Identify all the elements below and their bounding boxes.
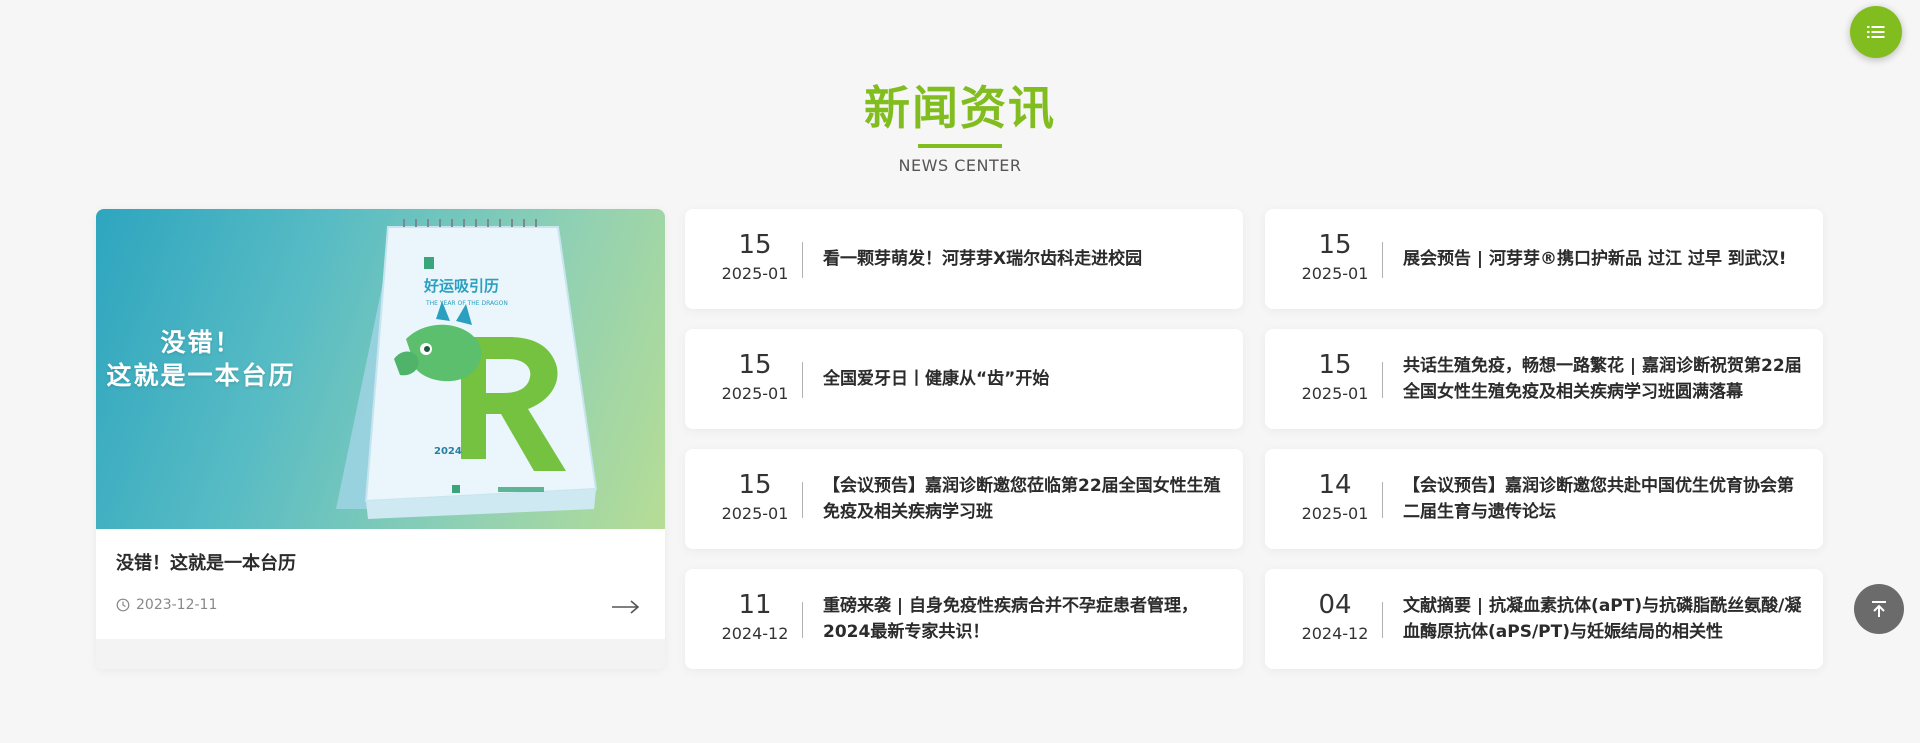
title-underline xyxy=(918,144,1002,148)
divider xyxy=(1382,602,1383,638)
news-item[interactable]: 15 2025-01 共话生殖免疫，畅想一路繁花 | 嘉润诊断祝贺第22届全国女… xyxy=(1265,329,1823,429)
desk-calendar-illustration: 好运吸引历 THE YEAR OF THE DRAGON 2024 xyxy=(336,219,598,519)
news-title[interactable]: 【会议预告】嘉润诊断邀您共赴中国优生优育协会第二届生育与遗传论坛 xyxy=(1403,473,1808,525)
news-date: 15 2025-01 xyxy=(1285,349,1385,409)
news-month: 2025-01 xyxy=(721,504,789,523)
news-month: 2024-12 xyxy=(1301,624,1369,643)
news-day: 04 xyxy=(1318,590,1352,620)
section-subtitle: NEWS CENTER xyxy=(898,156,1022,175)
featured-card-footer xyxy=(96,639,665,669)
news-date: 15 2025-01 xyxy=(705,469,805,529)
featured-image-caption: 没错！ 这就是一本台历 xyxy=(96,326,306,392)
clock-icon xyxy=(116,598,130,612)
news-date: 15 2025-01 xyxy=(705,349,805,409)
news-title-link[interactable]: 【会议预告】嘉润诊断邀您莅临第22届全国女性生殖免疫及相关疾病学习班 xyxy=(823,449,1228,549)
list-icon xyxy=(1867,26,1885,38)
news-date: 11 2024-12 xyxy=(705,589,805,649)
divider xyxy=(1382,242,1383,278)
news-title-link[interactable]: 文献摘要 | 抗凝血素抗体(aPT)与抗磷脂酰丝氨酸/凝血酶原抗体(aPS/PT… xyxy=(1403,569,1808,669)
arrow-right-icon[interactable] xyxy=(611,597,641,617)
divider xyxy=(802,242,803,278)
news-month: 2025-01 xyxy=(1301,264,1369,283)
news-month: 2025-01 xyxy=(721,384,789,403)
caption-line-1: 没错！ xyxy=(160,328,242,357)
section-title: 新闻资讯 xyxy=(864,81,1056,135)
news-title[interactable]: 看一颗芽萌发！河芽芽X瑞尔齿科走进校园 xyxy=(823,246,1142,272)
divider xyxy=(802,602,803,638)
news-title-link[interactable]: 看一颗芽萌发！河芽芽X瑞尔齿科走进校园 xyxy=(823,209,1228,309)
news-item[interactable]: 14 2025-01 【会议预告】嘉润诊断邀您共赴中国优生优育协会第二届生育与遗… xyxy=(1265,449,1823,549)
menu-button[interactable] xyxy=(1850,6,1902,58)
divider xyxy=(802,362,803,398)
news-title[interactable]: 共话生殖免疫，畅想一路繁花 | 嘉润诊断祝贺第22届全国女性生殖免疫及相关疾病学… xyxy=(1403,353,1808,405)
divider xyxy=(1382,482,1383,518)
news-day: 15 xyxy=(1318,350,1352,380)
news-title-link[interactable]: 展会预告 | 河芽芽®携口护新品 过江 过早 到武汉! xyxy=(1403,209,1808,309)
featured-image[interactable]: 没错！ 这就是一本台历 好运吸引历 THE YEAR OF THE DRAGON… xyxy=(96,209,665,529)
news-day: 15 xyxy=(738,470,772,500)
news-day: 14 xyxy=(1318,470,1352,500)
news-date: 15 2025-01 xyxy=(705,229,805,289)
calendar-year: 2024 xyxy=(434,446,462,457)
news-item[interactable]: 11 2024-12 重磅来袭 | 自身免疫性疾病合并不孕症患者管理，2024最… xyxy=(685,569,1243,669)
divider xyxy=(802,482,803,518)
news-item[interactable]: 15 2025-01 【会议预告】嘉润诊断邀您莅临第22届全国女性生殖免疫及相关… xyxy=(685,449,1243,549)
news-day: 15 xyxy=(738,230,772,260)
news-title[interactable]: 【会议预告】嘉润诊断邀您莅临第22届全国女性生殖免疫及相关疾病学习班 xyxy=(823,473,1228,525)
calendar-title: 好运吸引历 xyxy=(423,277,499,295)
news-title-link[interactable]: 共话生殖免疫，畅想一路繁花 | 嘉润诊断祝贺第22届全国女性生殖免疫及相关疾病学… xyxy=(1403,329,1808,429)
back-to-top-button[interactable] xyxy=(1854,584,1904,634)
news-title-link[interactable]: 全国爱牙日丨健康从“齿”开始 xyxy=(823,329,1228,429)
news-title-link[interactable]: 【会议预告】嘉润诊断邀您共赴中国优生优育协会第二届生育与遗传论坛 xyxy=(1403,449,1808,549)
news-date: 15 2025-01 xyxy=(1285,229,1385,289)
news-title[interactable]: 展会预告 | 河芽芽®携口护新品 过江 过早 到武汉! xyxy=(1403,246,1787,272)
news-title[interactable]: 全国爱牙日丨健康从“齿”开始 xyxy=(823,366,1049,392)
featured-news-card[interactable]: 没错！ 这就是一本台历 好运吸引历 THE YEAR OF THE DRAGON… xyxy=(96,209,665,669)
caption-line-2: 这就是一本台历 xyxy=(106,361,296,390)
news-item[interactable]: 04 2024-12 文献摘要 | 抗凝血素抗体(aPT)与抗磷脂酰丝氨酸/凝血… xyxy=(1265,569,1823,669)
back-to-top-icon xyxy=(1872,601,1886,617)
news-item[interactable]: 15 2025-01 看一颗芽萌发！河芽芽X瑞尔齿科走进校园 xyxy=(685,209,1243,309)
news-day: 15 xyxy=(738,350,772,380)
featured-date: 2023-12-11 xyxy=(116,597,217,613)
news-item[interactable]: 15 2025-01 展会预告 | 河芽芽®携口护新品 过江 过早 到武汉! xyxy=(1265,209,1823,309)
news-date: 04 2024-12 xyxy=(1285,589,1385,649)
news-month: 2024-12 xyxy=(721,624,789,643)
news-month: 2025-01 xyxy=(1301,504,1369,523)
news-date: 14 2025-01 xyxy=(1285,469,1385,529)
featured-title[interactable]: 没错！这就是一本台历 xyxy=(116,549,296,575)
news-month: 2025-01 xyxy=(1301,384,1369,403)
news-day: 15 xyxy=(1318,230,1352,260)
news-month: 2025-01 xyxy=(721,264,789,283)
news-day: 11 xyxy=(738,590,772,620)
divider xyxy=(1382,362,1383,398)
news-title[interactable]: 文献摘要 | 抗凝血素抗体(aPT)与抗磷脂酰丝氨酸/凝血酶原抗体(aPS/PT… xyxy=(1403,593,1808,645)
news-title[interactable]: 重磅来袭 | 自身免疫性疾病合并不孕症患者管理，2024最新专家共识！ xyxy=(823,593,1228,645)
news-title-link[interactable]: 重磅来袭 | 自身免疫性疾病合并不孕症患者管理，2024最新专家共识！ xyxy=(823,569,1228,669)
news-center-page: 新闻资讯 NEWS CENTER 没错！ 这就是一本台历 好运吸引历 THE Y… xyxy=(0,0,1920,743)
featured-date-text: 2023-12-11 xyxy=(136,597,218,613)
news-item[interactable]: 15 2025-01 全国爱牙日丨健康从“齿”开始 xyxy=(685,329,1243,429)
